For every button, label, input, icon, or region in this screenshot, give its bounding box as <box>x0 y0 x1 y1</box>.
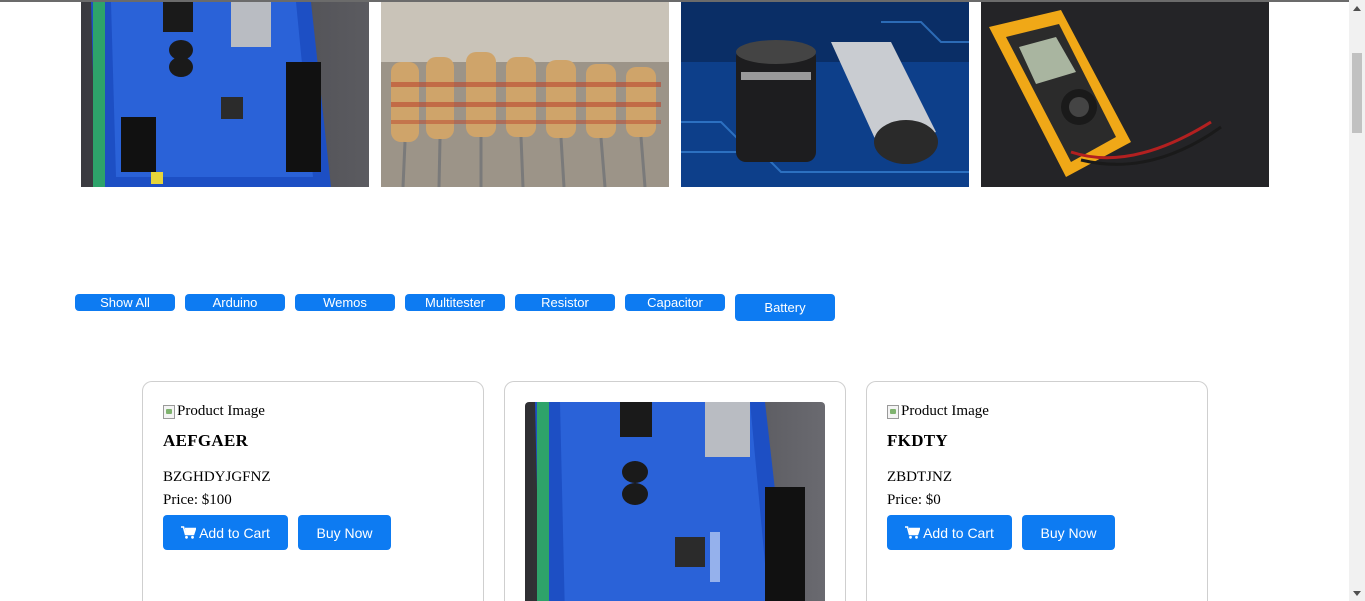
cart-icon <box>181 526 197 539</box>
banner-gallery <box>81 2 1269 187</box>
banner-image-multimeter <box>981 2 1269 187</box>
product-description: BZGHDYJGFNZ <box>163 469 271 485</box>
buy-now-button[interactable]: Buy Now <box>1022 515 1115 550</box>
scrollbar-thumb[interactable] <box>1352 53 1362 133</box>
cart-icon <box>905 526 921 539</box>
product-card: Product Image FKDTY ZBDTJNZ Price: $0 Ad… <box>866 381 1208 601</box>
add-to-cart-button[interactable]: Add to Cart <box>887 515 1012 550</box>
product-price: Price: $100 <box>163 492 232 508</box>
banner-image-capacitors <box>681 2 969 187</box>
product-price: Price: $0 <box>887 492 941 508</box>
broken-image-icon <box>887 404 899 419</box>
product-description: ZBDTJNZ <box>887 469 952 485</box>
product-image: Product Image <box>163 403 265 420</box>
product-image <box>525 402 825 601</box>
vertical-scrollbar[interactable] <box>1349 0 1365 601</box>
filter-show-all-button[interactable]: Show All <box>75 294 175 311</box>
product-card <box>504 381 846 601</box>
add-to-cart-label: Add to Cart <box>199 524 270 541</box>
product-name: AEFGAER <box>163 431 249 450</box>
filter-wemos-button[interactable]: Wemos <box>295 294 395 311</box>
product-image: Product Image <box>887 403 989 420</box>
scroll-up-arrow-icon[interactable] <box>1349 0 1365 16</box>
add-to-cart-label: Add to Cart <box>923 524 994 541</box>
filter-resistor-button[interactable]: Resistor <box>515 294 615 311</box>
broken-image-icon <box>163 404 175 419</box>
buy-now-button[interactable]: Buy Now <box>298 515 391 550</box>
add-to-cart-button[interactable]: Add to Cart <box>163 515 288 550</box>
filter-battery-button[interactable]: Battery <box>735 294 835 321</box>
banner-image-resistors <box>381 2 669 187</box>
filter-multitester-button[interactable]: Multitester <box>405 294 505 311</box>
filter-capacitor-button[interactable]: Capacitor <box>625 294 725 311</box>
product-image-alt: Product Image <box>177 403 265 419</box>
banner-image-arduino <box>81 2 369 187</box>
scroll-down-arrow-icon[interactable] <box>1349 585 1365 601</box>
filter-arduino-button[interactable]: Arduino <box>185 294 285 311</box>
product-card: Product Image AEFGAER BZGHDYJGFNZ Price:… <box>142 381 484 601</box>
product-name: FKDTY <box>887 431 948 450</box>
product-image-alt: Product Image <box>901 403 989 419</box>
